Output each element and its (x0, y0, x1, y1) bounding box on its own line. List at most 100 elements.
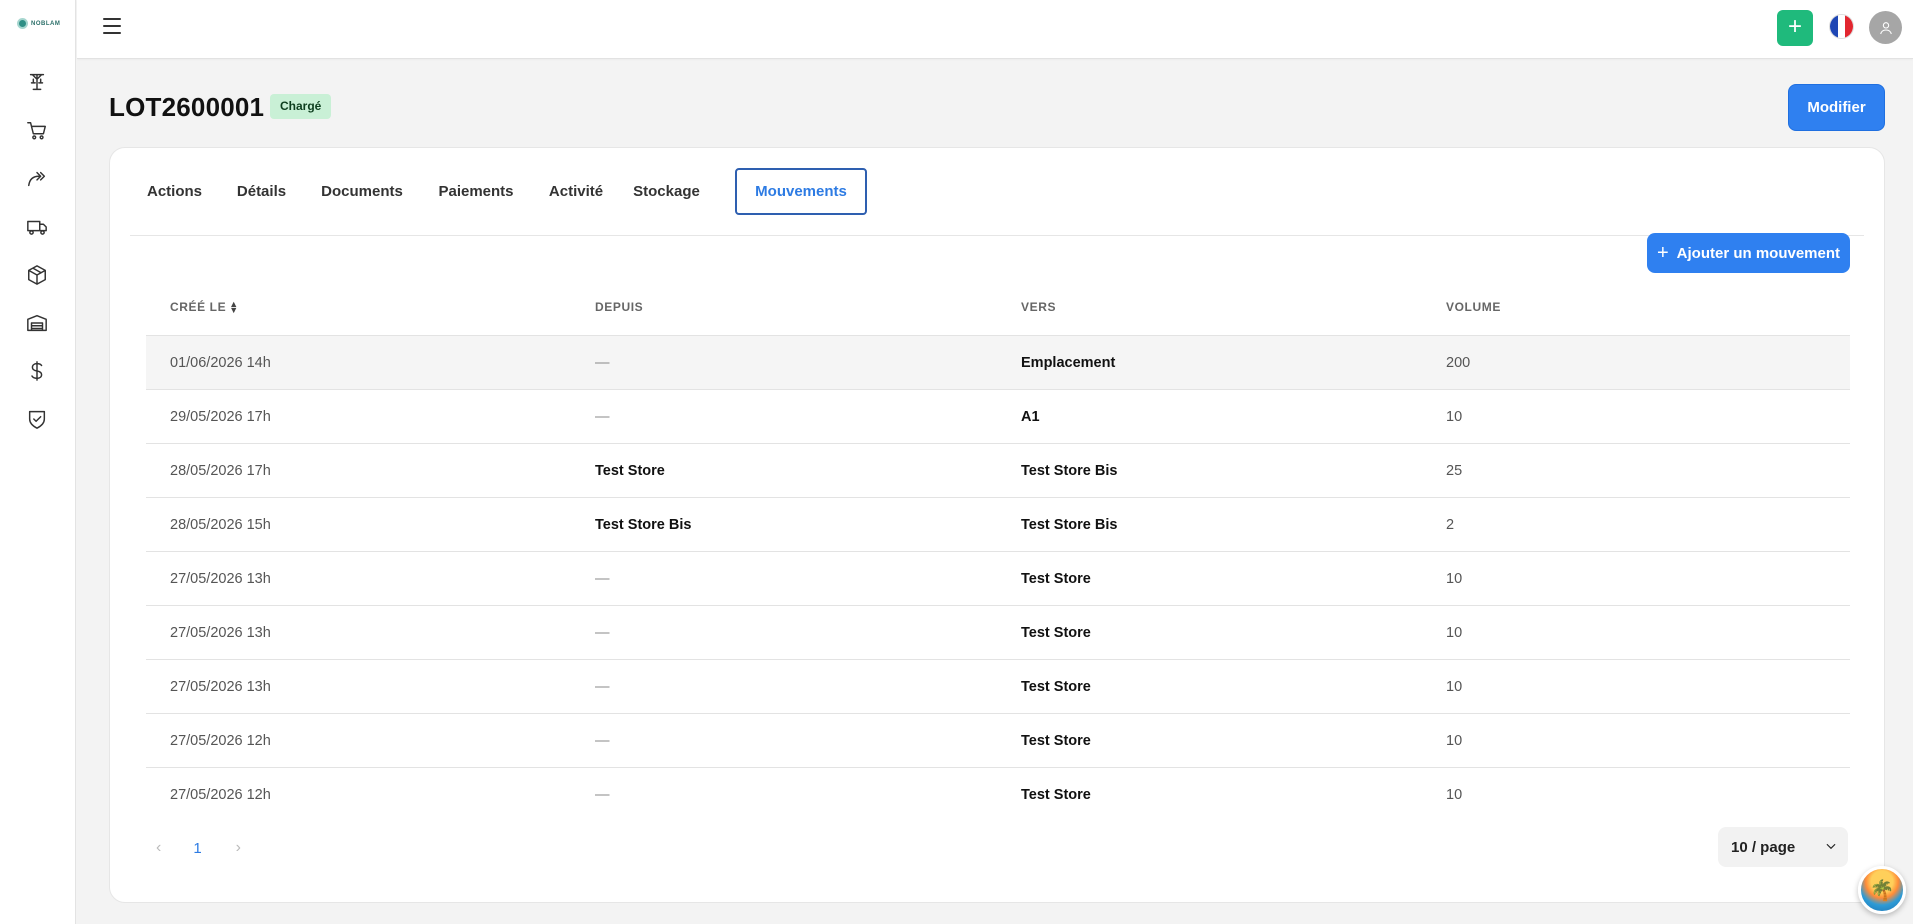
cell-from: Test Store Bis (595, 517, 692, 533)
cell-from: — (595, 733, 610, 749)
cell-to: Test Store (1021, 625, 1091, 641)
prev-page-icon[interactable]: ‹ (156, 839, 161, 857)
cell-from: — (595, 679, 610, 695)
palm-tree-icon: 🌴 (1869, 879, 1895, 902)
cell-created: 27/05/2026 13h (170, 625, 271, 641)
tab-movements[interactable]: Mouvements (735, 168, 867, 215)
tab-payments[interactable]: Paiements (420, 168, 532, 215)
user-icon (1879, 21, 1892, 34)
cell-created: 27/05/2026 13h (170, 571, 271, 587)
lot-detail-card: Actions Détails Documents Paiements Acti… (109, 147, 1885, 903)
cell-volume: 200 (1446, 355, 1471, 371)
logo-mark-icon (17, 18, 28, 29)
table-row[interactable]: 27/05/2026 12h — Test Store 10 (146, 768, 1850, 822)
cell-from: — (595, 787, 610, 803)
top-bar (77, 0, 1913, 59)
plus-icon: + (1656, 242, 1669, 264)
cell-volume: 2 (1446, 517, 1455, 533)
edit-button[interactable]: Modifier (1788, 84, 1885, 131)
table-row[interactable]: 27/05/2026 13h — Test Store 10 (146, 606, 1850, 660)
dollar-icon (31, 361, 43, 381)
cell-to: Test Store (1021, 571, 1091, 587)
tab-documents[interactable]: Documents (304, 168, 420, 215)
crane-icon (29, 73, 45, 91)
sidebar-item-package[interactable] (25, 263, 49, 287)
cell-created: 27/05/2026 12h (170, 787, 271, 803)
tab-actions[interactable]: Actions (130, 168, 219, 215)
status-badge: Chargé (270, 94, 332, 119)
cell-to: Test Store (1021, 787, 1091, 803)
cell-created: 27/05/2026 12h (170, 733, 271, 749)
cell-to: Test Store Bis (1021, 517, 1118, 533)
page-title: LOT2600001 (109, 92, 265, 122)
column-header-from: DEPUIS (595, 300, 644, 314)
page-size-select[interactable]: 10 / page (1718, 827, 1848, 867)
column-header-to: VERS (1021, 300, 1057, 314)
cell-created: 28/05/2026 17h (170, 463, 271, 479)
cell-created: 29/05/2026 17h (170, 409, 271, 425)
table-header: CRÉÉ LE ▲ ▼ DEPUIS VERS VOLUME (146, 280, 1850, 336)
shield-check-icon (28, 410, 46, 429)
cell-to: Test Store (1021, 733, 1091, 749)
sidebar-item-security[interactable] (25, 407, 49, 431)
pagination: ‹ 1 › (156, 836, 241, 860)
tab-activity[interactable]: Activité (532, 168, 620, 215)
cell-from: — (595, 625, 610, 641)
page-size-value: 10 / page (1731, 838, 1796, 856)
forward-arrows-icon (28, 171, 46, 187)
page-number-current[interactable]: 1 (193, 840, 201, 857)
truck-icon (27, 220, 47, 235)
column-header-volume: VOLUME (1446, 300, 1501, 314)
cell-volume: 10 (1446, 679, 1463, 695)
table-row[interactable]: 29/05/2026 17h — A1 10 (146, 390, 1850, 444)
cell-volume: 25 (1446, 463, 1463, 479)
sidebar-item-forward[interactable] (25, 167, 49, 191)
cell-created: 01/06/2026 14h (170, 355, 271, 371)
sort-icon[interactable]: ▲ ▼ (229, 299, 239, 314)
sidebar-item-finance[interactable] (25, 359, 49, 383)
cell-volume: 10 (1446, 409, 1463, 425)
user-avatar[interactable] (1869, 11, 1902, 44)
cell-volume: 10 (1446, 733, 1463, 749)
movements-table: CRÉÉ LE ▲ ▼ DEPUIS VERS VOLUME 01/06/2026… (146, 280, 1850, 822)
assistant-avatar[interactable]: 🌴 (1858, 866, 1906, 914)
sidebar-item-truck[interactable] (25, 215, 49, 239)
menu-toggle-icon[interactable] (103, 18, 121, 34)
package-icon (28, 265, 46, 285)
app-logo[interactable]: NOBLAM (17, 18, 60, 29)
cell-created: 27/05/2026 13h (170, 679, 271, 695)
add-movement-label: Ajouter un mouvement (1676, 244, 1841, 262)
quick-add-button[interactable]: + (1777, 10, 1813, 46)
cart-icon (27, 122, 46, 140)
warehouse-icon (27, 314, 47, 332)
cell-to: Test Store Bis (1021, 463, 1118, 479)
cell-volume: 10 (1446, 625, 1463, 641)
sidebar-item-warehouse[interactable] (25, 311, 49, 335)
sidebar-item-cart[interactable] (25, 119, 49, 143)
table-row[interactable]: 28/05/2026 15h Test Store Bis Test Store… (146, 498, 1850, 552)
cell-to: Test Store (1021, 679, 1091, 695)
cell-from: — (595, 355, 610, 371)
tab-bar: Actions Détails Documents Paiements Acti… (130, 168, 1864, 236)
cell-created: 28/05/2026 15h (170, 517, 271, 533)
cell-volume: 10 (1446, 571, 1463, 587)
column-header-created[interactable]: CRÉÉ LE ▲ ▼ (170, 299, 239, 314)
cell-to: A1 (1021, 409, 1040, 425)
sidebar-item-crane[interactable] (25, 70, 49, 94)
add-movement-button[interactable]: + Ajouter un mouvement (1647, 233, 1850, 273)
sidebar: NOBLAM (0, 0, 76, 924)
cell-from: — (595, 409, 610, 425)
chevron-down-icon (1824, 839, 1838, 853)
cell-from: Test Store (595, 463, 665, 479)
next-page-icon[interactable]: › (236, 839, 241, 857)
table-row[interactable]: 27/05/2026 13h — Test Store 10 (146, 660, 1850, 714)
logo-text: NOBLAM (31, 20, 61, 27)
tab-storage[interactable]: Stockage (620, 168, 713, 215)
table-row[interactable]: 27/05/2026 12h — Test Store 10 (146, 714, 1850, 768)
fr-flag-icon[interactable] (1829, 14, 1854, 39)
cell-to: Emplacement (1021, 355, 1116, 371)
tab-details[interactable]: Détails (219, 168, 304, 215)
table-row[interactable]: 01/06/2026 14h — Emplacement 200 (146, 336, 1850, 390)
table-row[interactable]: 27/05/2026 13h — Test Store 10 (146, 552, 1850, 606)
table-row[interactable]: 28/05/2026 17h Test Store Test Store Bis… (146, 444, 1850, 498)
